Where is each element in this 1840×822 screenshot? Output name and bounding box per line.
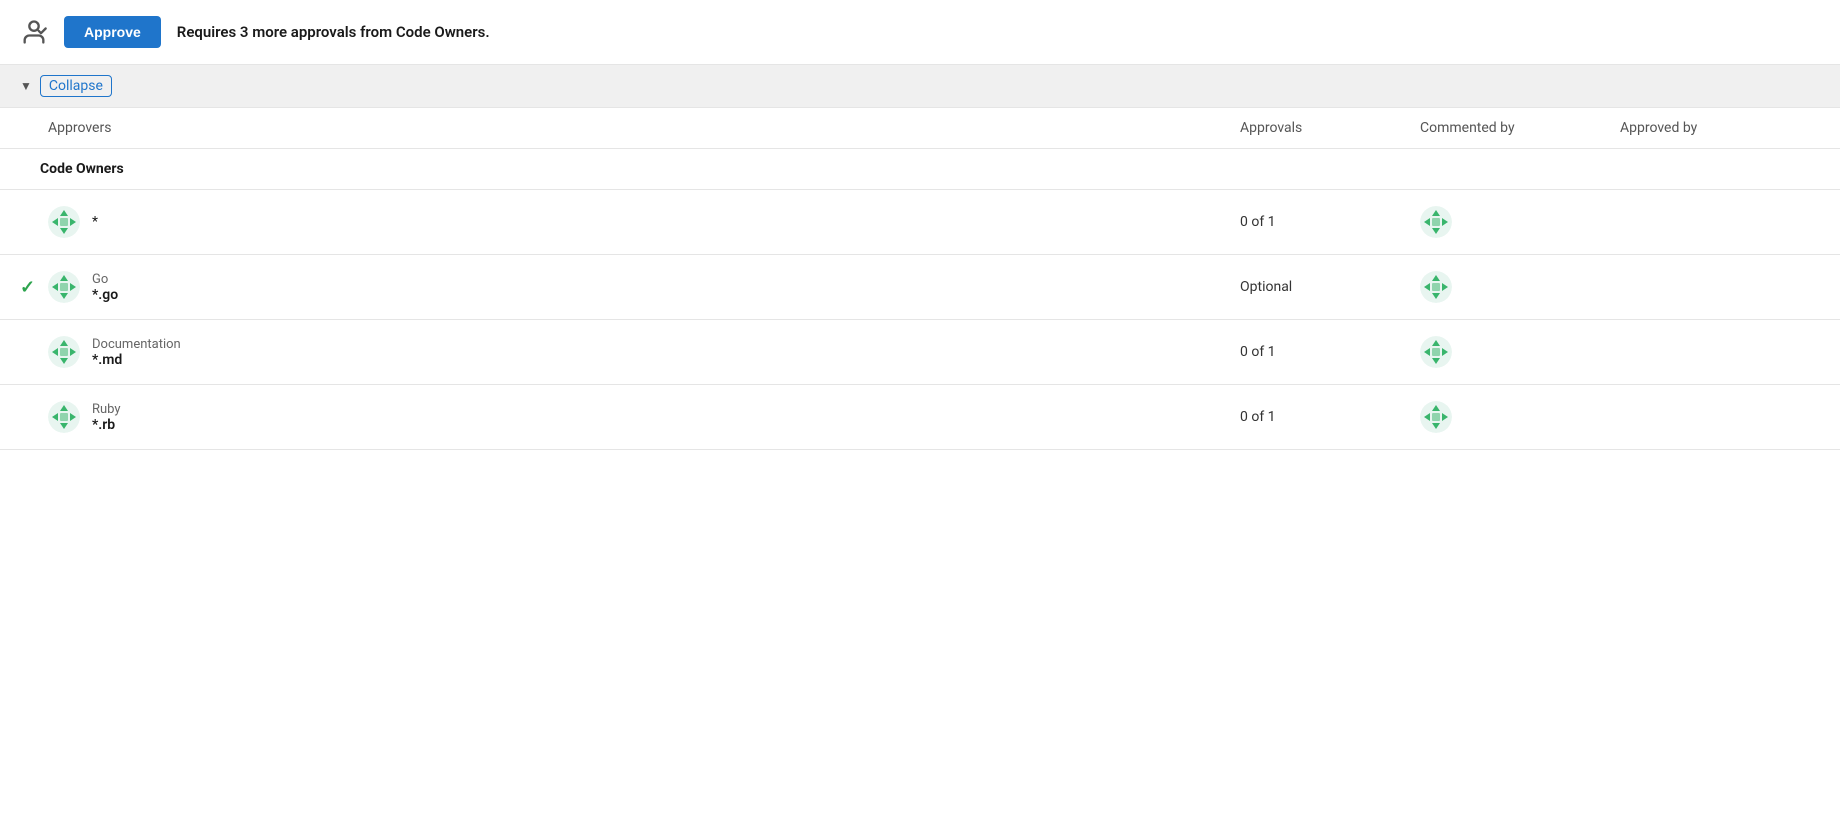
approver-info: Documentation*.md bbox=[92, 337, 181, 368]
header-commented-by: Commented by bbox=[1420, 120, 1620, 136]
requires-text: Requires 3 more approvals from Code Owne… bbox=[177, 23, 490, 41]
row-approvers: Ruby*.rb bbox=[48, 401, 1240, 433]
commented-avatar bbox=[1420, 206, 1452, 238]
table-row: Documentation*.md 0 of 1 bbox=[0, 320, 1840, 385]
approver-info: Ruby*.rb bbox=[92, 402, 121, 433]
row-commented-by bbox=[1420, 271, 1620, 303]
table-row: * 0 of 1 bbox=[0, 190, 1840, 255]
avatar bbox=[48, 271, 80, 303]
collapse-bar: ▼ Collapse bbox=[0, 65, 1840, 108]
header-approvers: Approvers bbox=[48, 120, 1240, 136]
approver-pattern: *.md bbox=[92, 352, 181, 368]
section-title: Code Owners bbox=[40, 161, 124, 177]
table-row: Ruby*.rb 0 of 1 bbox=[0, 385, 1840, 450]
row-commented-by bbox=[1420, 336, 1620, 368]
approve-button[interactable]: Approve bbox=[64, 16, 161, 48]
approver-pattern: * bbox=[92, 214, 98, 230]
approver-category: Ruby bbox=[92, 402, 121, 417]
approver-pattern: *.go bbox=[92, 287, 118, 303]
table-header: Approvers Approvals Commented by Approve… bbox=[0, 108, 1840, 149]
row-approvals: 0 of 1 bbox=[1240, 344, 1420, 360]
table-body: * 0 of 1 ✓ Go*.go Optional bbox=[0, 190, 1840, 450]
avatar bbox=[48, 206, 80, 238]
chevron-down-icon[interactable]: ▼ bbox=[20, 79, 32, 93]
commented-avatar bbox=[1420, 336, 1452, 368]
row-approvals: 0 of 1 bbox=[1240, 214, 1420, 230]
commented-avatar bbox=[1420, 401, 1452, 433]
row-approvers: * bbox=[48, 206, 1240, 238]
row-commented-by bbox=[1420, 401, 1620, 433]
row-approvers: Documentation*.md bbox=[48, 336, 1240, 368]
collapse-link[interactable]: Collapse bbox=[40, 75, 112, 97]
section-title-row: Code Owners bbox=[0, 149, 1840, 190]
approver-category: Documentation bbox=[92, 337, 181, 352]
header-approved-by: Approved by bbox=[1620, 120, 1820, 136]
check-icon: ✓ bbox=[20, 277, 35, 298]
table-row: ✓ Go*.go Optional bbox=[0, 255, 1840, 320]
row-approvers: Go*.go bbox=[48, 271, 1240, 303]
user-check-icon bbox=[20, 18, 48, 46]
approver-pattern: *.rb bbox=[92, 417, 121, 433]
row-commented-by bbox=[1420, 206, 1620, 238]
approver-category: Go bbox=[92, 272, 118, 287]
approver-info: Go*.go bbox=[92, 272, 118, 303]
row-approvals: 0 of 1 bbox=[1240, 409, 1420, 425]
approval-header: Approve Requires 3 more approvals from C… bbox=[0, 0, 1840, 65]
avatar bbox=[48, 401, 80, 433]
row-approvals: Optional bbox=[1240, 279, 1420, 295]
header-approvals: Approvals bbox=[1240, 120, 1420, 136]
avatar bbox=[48, 336, 80, 368]
commented-avatar bbox=[1420, 271, 1452, 303]
approver-info: * bbox=[92, 214, 98, 230]
